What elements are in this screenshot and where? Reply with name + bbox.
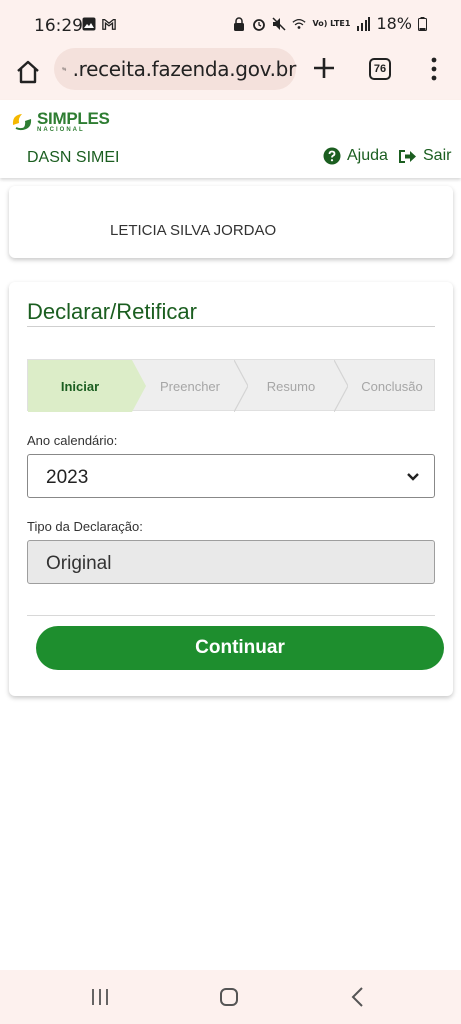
wizard-stepper: Iniciar Preencher Resumo Conclusão bbox=[27, 359, 436, 412]
step-conclusao: Conclusão bbox=[348, 360, 436, 412]
site-settings-icon[interactable] bbox=[62, 58, 67, 80]
system-status: Vo) LTE1 18% bbox=[232, 14, 427, 33]
step-label: Resumo bbox=[266, 378, 316, 394]
battery-percent: 18% bbox=[376, 14, 412, 33]
app-header: SIMPLES NACIONAL DASN SIMEI Ajuda Sair bbox=[0, 100, 461, 178]
logo-title: SIMPLES bbox=[37, 109, 110, 128]
title-divider bbox=[27, 326, 435, 327]
more-vert-icon[interactable] bbox=[428, 56, 440, 82]
form-divider bbox=[27, 615, 435, 616]
alarm-icon bbox=[253, 18, 266, 31]
type-label: Tipo da Declaração: bbox=[27, 519, 143, 534]
question-circle-icon bbox=[323, 147, 341, 165]
step-iniciar: Iniciar bbox=[28, 360, 132, 412]
step-separator-icon bbox=[132, 360, 146, 412]
year-label: Ano calendário: bbox=[27, 433, 118, 448]
declaration-type-value: Original bbox=[46, 553, 112, 574]
mute-icon bbox=[272, 16, 287, 31]
step-preencher: Preencher bbox=[146, 360, 234, 412]
step-label: Preencher bbox=[160, 378, 220, 394]
step-label: Conclusão bbox=[361, 378, 423, 394]
status-time: 16:29 bbox=[34, 16, 83, 36]
step-separator-icon bbox=[234, 360, 248, 412]
signal-icon bbox=[357, 16, 371, 31]
home-icon[interactable] bbox=[14, 58, 42, 86]
back-icon[interactable] bbox=[350, 986, 364, 1008]
browser-toolbar: .receita.fazenda.gov.br 76 bbox=[0, 48, 461, 100]
wifi-icon bbox=[292, 18, 307, 29]
user-card: LETICIA SILVA JORDAO bbox=[9, 186, 453, 258]
declaration-type-field: Original bbox=[27, 540, 435, 584]
lock-icon bbox=[234, 16, 245, 31]
step-resumo: Resumo bbox=[248, 360, 334, 412]
year-value: 2023 bbox=[46, 467, 89, 488]
form-title: Declarar/Retificar bbox=[27, 299, 197, 324]
url-text: .receita.fazenda.gov.br bbox=[72, 57, 297, 81]
battery-icon bbox=[418, 16, 427, 31]
chevron-down-icon bbox=[407, 473, 419, 481]
gmail-icon bbox=[102, 18, 116, 30]
logout-label: Sair bbox=[423, 147, 452, 164]
status-bar: 16:29 Vo) LTE1 18% bbox=[0, 0, 461, 48]
address-bar[interactable]: .receita.fazenda.gov.br bbox=[54, 48, 296, 90]
plus-icon[interactable] bbox=[311, 55, 337, 81]
sign-out-icon bbox=[399, 149, 416, 163]
image-icon bbox=[82, 17, 96, 31]
continue-button[interactable]: Continuar bbox=[36, 626, 444, 670]
tabs-icon[interactable]: 76 bbox=[369, 58, 391, 80]
declaration-form-card: Declarar/Retificar Iniciar Preencher Res… bbox=[9, 282, 453, 696]
help-label: Ajuda bbox=[347, 147, 388, 164]
app-name: DASN SIMEI bbox=[27, 149, 120, 166]
step-separator-icon bbox=[334, 360, 348, 412]
home-nav-icon[interactable] bbox=[219, 987, 239, 1007]
simples-nacional-logo[interactable]: SIMPLES NACIONAL bbox=[10, 110, 110, 133]
logo-mark-icon bbox=[12, 113, 32, 130]
network-type-label: Vo) LTE1 bbox=[312, 18, 351, 28]
recents-icon[interactable] bbox=[90, 987, 110, 1007]
year-select[interactable]: 2023 bbox=[27, 454, 435, 498]
user-name: LETICIA SILVA JORDAO bbox=[110, 222, 277, 239]
system-nav-bar bbox=[0, 970, 461, 1024]
notification-icons bbox=[82, 17, 116, 31]
help-link[interactable]: Ajuda bbox=[323, 147, 388, 165]
step-label: Iniciar bbox=[60, 378, 100, 394]
logout-link[interactable]: Sair bbox=[398, 147, 451, 165]
